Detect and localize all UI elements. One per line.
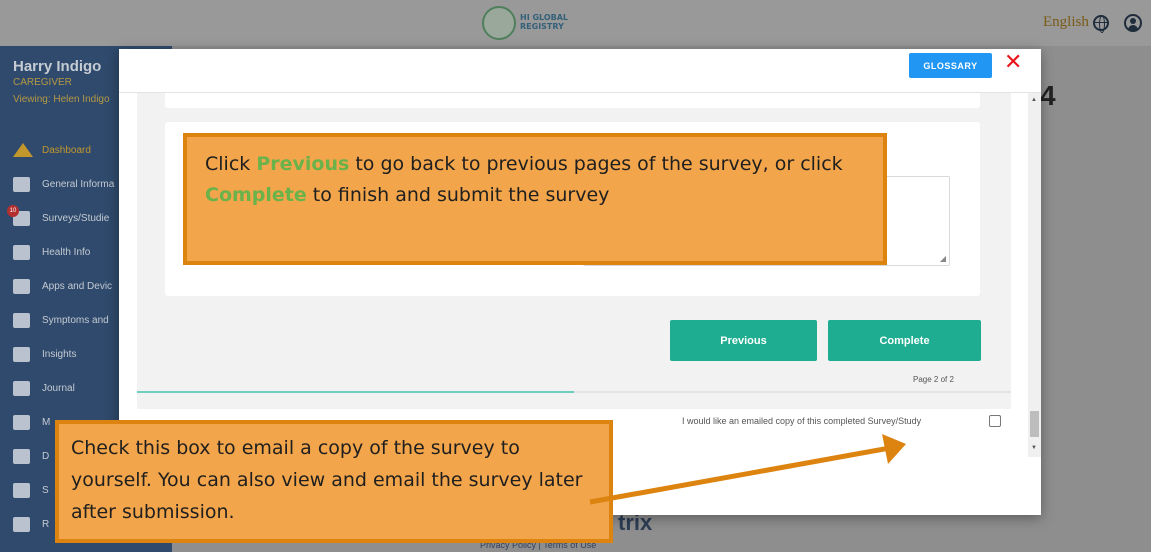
email-copy-checkbox[interactable] xyxy=(989,415,1001,427)
glossary-button[interactable]: GLOSSARY xyxy=(909,53,992,78)
survey-count-badge: 10 xyxy=(7,205,19,217)
sidebar-item-label: Apps and Devic xyxy=(42,281,113,292)
sidebar-item-label: Surveys/Studie xyxy=(42,213,110,224)
callout-text: Click xyxy=(205,153,257,175)
previous-question-card xyxy=(165,93,980,108)
plus-icon xyxy=(13,245,30,260)
top-header: HI GLOBAL REGISTRY English xyxy=(0,0,1151,46)
callout-text: to go back to previous pages of the surv… xyxy=(349,153,843,175)
sidebar-item-label: D xyxy=(42,451,50,462)
background-page-text: 4 xyxy=(1040,80,1056,111)
scroll-up-icon[interactable]: ▲ xyxy=(1031,97,1037,103)
user-account-icon[interactable] xyxy=(1124,14,1142,32)
email-copy-label: I would like an emailed copy of this com… xyxy=(682,416,922,426)
user-role: CAREGIVER xyxy=(13,77,72,88)
email-copy-option[interactable]: I would like an emailed copy of this com… xyxy=(682,414,1012,430)
modal-header: GLOSSARY ✕ xyxy=(119,49,1041,93)
callout-text: to finish and submit the survey xyxy=(306,184,610,206)
arrow-head xyxy=(882,434,906,464)
callout-highlight-previous: Previous xyxy=(256,153,350,175)
sidebar-item-label: Health Info xyxy=(42,247,91,258)
progress-fill xyxy=(137,391,574,393)
id-card-icon xyxy=(13,177,30,192)
sidebar-item-label: Dashboard xyxy=(42,145,91,156)
scroll-thumb[interactable] xyxy=(1030,411,1039,437)
close-icon[interactable]: ✕ xyxy=(1004,50,1022,75)
sidebar-item-label: Journal xyxy=(42,383,75,394)
callout-text: Check this box to email a copy of the su… xyxy=(71,437,583,523)
resize-grip-icon[interactable]: ◢ xyxy=(940,254,946,263)
sidebar-item-label: General Informa xyxy=(42,179,115,190)
sidebar-item-label: Symptoms and xyxy=(42,315,109,326)
callout-highlight-complete: Complete xyxy=(205,184,307,206)
arrow-shaft xyxy=(589,445,891,505)
previous-button[interactable]: Previous xyxy=(670,320,817,361)
instruction-callout-navigation: Click Previous to go back to previous pa… xyxy=(183,133,887,265)
logo-line-2: REGISTRY xyxy=(520,22,564,31)
logo-line-1: HI GLOBAL xyxy=(520,13,569,22)
registry-logo[interactable]: HI GLOBAL REGISTRY xyxy=(480,5,590,41)
journal-icon xyxy=(13,381,30,396)
laptop-icon xyxy=(13,279,30,294)
scroll-down-icon[interactable]: ▼ xyxy=(1031,445,1037,451)
callout-arrow-icon xyxy=(589,434,906,505)
page-indicator: Page 2 of 2 xyxy=(913,375,954,384)
people-icon xyxy=(13,517,30,532)
language-selector[interactable]: English xyxy=(1043,14,1089,31)
sidebar-item-label: S xyxy=(42,485,49,496)
complete-button[interactable]: Complete xyxy=(828,320,981,361)
home-icon xyxy=(13,143,33,157)
modal-scrollbar[interactable]: ▲ ▼ xyxy=(1028,93,1041,457)
logo-globe-icon xyxy=(482,6,516,40)
chart-icon xyxy=(13,347,30,362)
sidebar-item-label: R xyxy=(42,519,50,530)
share-icon xyxy=(13,483,30,498)
user-name: Harry Indigo xyxy=(13,58,102,75)
instruction-callout-email: Check this box to email a copy of the su… xyxy=(55,420,613,543)
viewing-label: Viewing: Helen Indigo xyxy=(13,94,110,105)
globe-icon[interactable] xyxy=(1093,15,1109,33)
heart-icon xyxy=(13,313,30,328)
folder-icon xyxy=(13,449,30,464)
sidebar-item-label: M xyxy=(42,417,51,428)
mail-icon xyxy=(13,415,30,430)
survey-progress-bar xyxy=(137,391,1011,393)
sidebar-item-label: Insights xyxy=(42,349,77,360)
logo-text: HI GLOBAL REGISTRY xyxy=(520,13,568,31)
